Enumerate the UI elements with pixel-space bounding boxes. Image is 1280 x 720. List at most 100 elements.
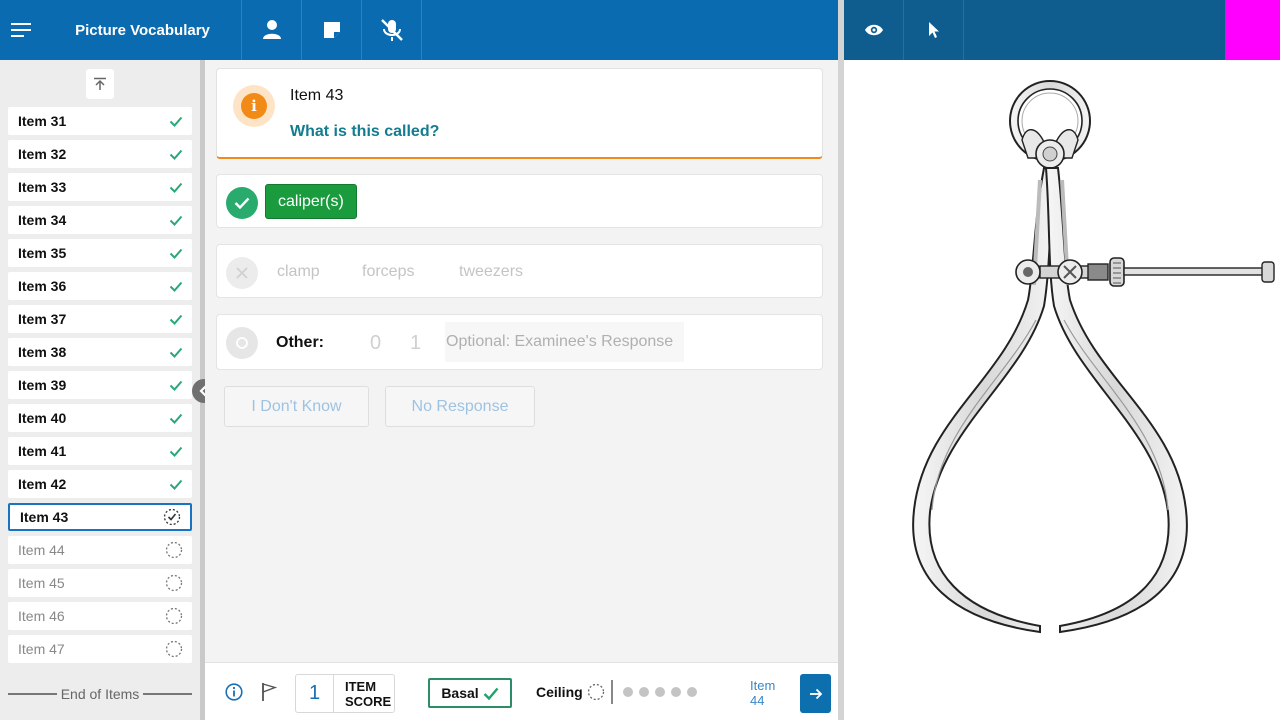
sidebar-item-status xyxy=(165,607,183,625)
sidebar-item-label: Item 42 xyxy=(18,476,67,492)
next-item-button[interactable] xyxy=(800,674,831,713)
sidebar-item[interactable]: Item 31 xyxy=(8,107,192,135)
sidebar-item-label: Item 41 xyxy=(18,443,67,459)
ceiling-progress-dots xyxy=(623,687,697,697)
pointer-button[interactable] xyxy=(904,0,964,60)
ceiling-label: Ceiling xyxy=(536,684,583,700)
checkmark-icon xyxy=(169,314,183,325)
sidebar-item-status xyxy=(169,446,183,457)
incorrect-answer-option[interactable]: clamp xyxy=(277,263,320,281)
scroll-to-top-button[interactable] xyxy=(86,69,114,99)
incorrect-answer-option[interactable]: forceps xyxy=(362,263,414,281)
sidebar-item-status xyxy=(165,541,183,559)
sidebar-item[interactable]: Item 39 xyxy=(8,371,192,399)
correct-answer-chip[interactable]: caliper(s) xyxy=(265,184,357,219)
score-option-1[interactable]: 1 xyxy=(410,332,421,355)
sidebar-item[interactable]: Item 47 xyxy=(8,635,192,663)
picture-toolbar xyxy=(844,0,1280,60)
sidebar-item[interactable]: Item 42 xyxy=(8,470,192,498)
eye-icon xyxy=(864,24,883,36)
sidebar-item-label: Item 36 xyxy=(18,278,67,294)
menu-button[interactable] xyxy=(0,0,44,60)
pending-icon xyxy=(165,607,183,625)
correct-answer-row: caliper(s) xyxy=(216,174,823,228)
calipers-image xyxy=(912,80,1275,634)
correct-score-button[interactable] xyxy=(226,187,258,219)
checkmark-icon xyxy=(169,149,183,160)
mic-button[interactable] xyxy=(362,0,422,60)
item-score-label-line2: SCORE xyxy=(345,693,392,709)
menu-icon xyxy=(11,23,31,37)
sidebar-item-label: Item 46 xyxy=(18,608,65,624)
info-icon: i xyxy=(241,93,267,119)
sidebar-item[interactable]: Item 46 xyxy=(8,602,192,630)
checkmark-icon xyxy=(169,182,183,193)
item-list: Item 30Item 31Item 32Item 33Item 34Item … xyxy=(8,103,192,680)
sidebar-item[interactable]: Item 44 xyxy=(8,536,192,564)
pointer-icon xyxy=(928,22,939,38)
scroll-to-top-icon xyxy=(94,77,106,90)
item-sidebar: Item 30Item 31Item 32Item 33Item 34Item … xyxy=(0,60,200,720)
item-score-label: ITEM SCORE xyxy=(334,675,391,712)
note-icon xyxy=(323,22,340,38)
sidebar-item-label: Item 43 xyxy=(20,509,69,525)
progress-dot xyxy=(655,687,665,697)
sidebar-item[interactable]: Item 41 xyxy=(8,437,192,465)
checkmark-icon xyxy=(169,248,183,259)
info-badge: i xyxy=(233,85,275,127)
sidebar-item[interactable]: Item 34 xyxy=(8,206,192,234)
other-answer-row: Other: 0 1 xyxy=(216,314,823,370)
app-title: Picture Vocabulary xyxy=(44,0,242,60)
sidebar-item[interactable]: Item 45 xyxy=(8,569,192,597)
sidebar-item[interactable]: Item 38 xyxy=(8,338,192,366)
picture-panel xyxy=(844,60,1280,720)
other-radio[interactable] xyxy=(226,327,258,359)
sidebar-item[interactable]: Item 33 xyxy=(8,173,192,201)
ceiling-separator xyxy=(611,680,613,704)
flag-icon xyxy=(262,683,278,701)
checkmark-icon xyxy=(169,380,183,391)
dont-know-button[interactable]: I Don't Know xyxy=(224,386,369,427)
next-item-label: Item 44 xyxy=(750,678,775,708)
pending-icon xyxy=(165,640,183,658)
sidebar-item-label: Item 32 xyxy=(18,146,67,162)
flag-button[interactable] xyxy=(261,682,278,707)
sidebar-item[interactable]: Item 32 xyxy=(8,140,192,168)
sidebar-item-status xyxy=(169,347,183,358)
progress-dot xyxy=(687,687,697,697)
sidebar-item-status xyxy=(163,508,181,526)
examinee-view-button[interactable] xyxy=(844,0,904,60)
sidebar-item-status xyxy=(169,314,183,325)
sidebar-item[interactable]: Item 35 xyxy=(8,239,192,267)
item-score-value: 1 xyxy=(296,675,334,712)
in-progress-icon xyxy=(163,508,181,526)
basal-indicator: Basal xyxy=(428,678,512,708)
sidebar-item-label: Item 47 xyxy=(18,641,65,657)
sidebar-item[interactable]: Item 37 xyxy=(8,305,192,333)
pending-icon xyxy=(165,541,183,559)
notes-button[interactable] xyxy=(302,0,362,60)
sidebar-item-label: Item 33 xyxy=(18,179,67,195)
score-option-0[interactable]: 0 xyxy=(370,332,381,355)
sidebar-item-label: Item 45 xyxy=(18,575,65,591)
pending-icon xyxy=(587,683,604,701)
incorrect-answer-option[interactable]: tweezers xyxy=(459,263,523,281)
next-item-label-line1: Item xyxy=(750,678,776,693)
info-button[interactable] xyxy=(225,683,243,706)
sidebar-item-label: Item 40 xyxy=(18,410,67,426)
sidebar-item-label: Item 39 xyxy=(18,377,67,393)
incorrect-score-button[interactable] xyxy=(226,257,258,289)
basal-label: Basal xyxy=(441,685,479,701)
examinee-button[interactable] xyxy=(242,0,302,60)
examinee-response-input[interactable] xyxy=(445,322,684,362)
end-of-items-label: End of Items xyxy=(60,686,140,702)
sidebar-item[interactable]: Item 40 xyxy=(8,404,192,432)
sidebar-item-status xyxy=(169,149,183,160)
checkmark-icon xyxy=(169,215,183,226)
sidebar-item-status xyxy=(169,281,183,292)
color-marker xyxy=(1225,0,1280,60)
sidebar-item[interactable]: Item 43 xyxy=(8,503,192,531)
sidebar-item[interactable]: Item 36 xyxy=(8,272,192,300)
incorrect-answer-row: clamp forceps tweezers xyxy=(216,244,823,298)
no-response-button[interactable]: No Response xyxy=(385,386,535,427)
